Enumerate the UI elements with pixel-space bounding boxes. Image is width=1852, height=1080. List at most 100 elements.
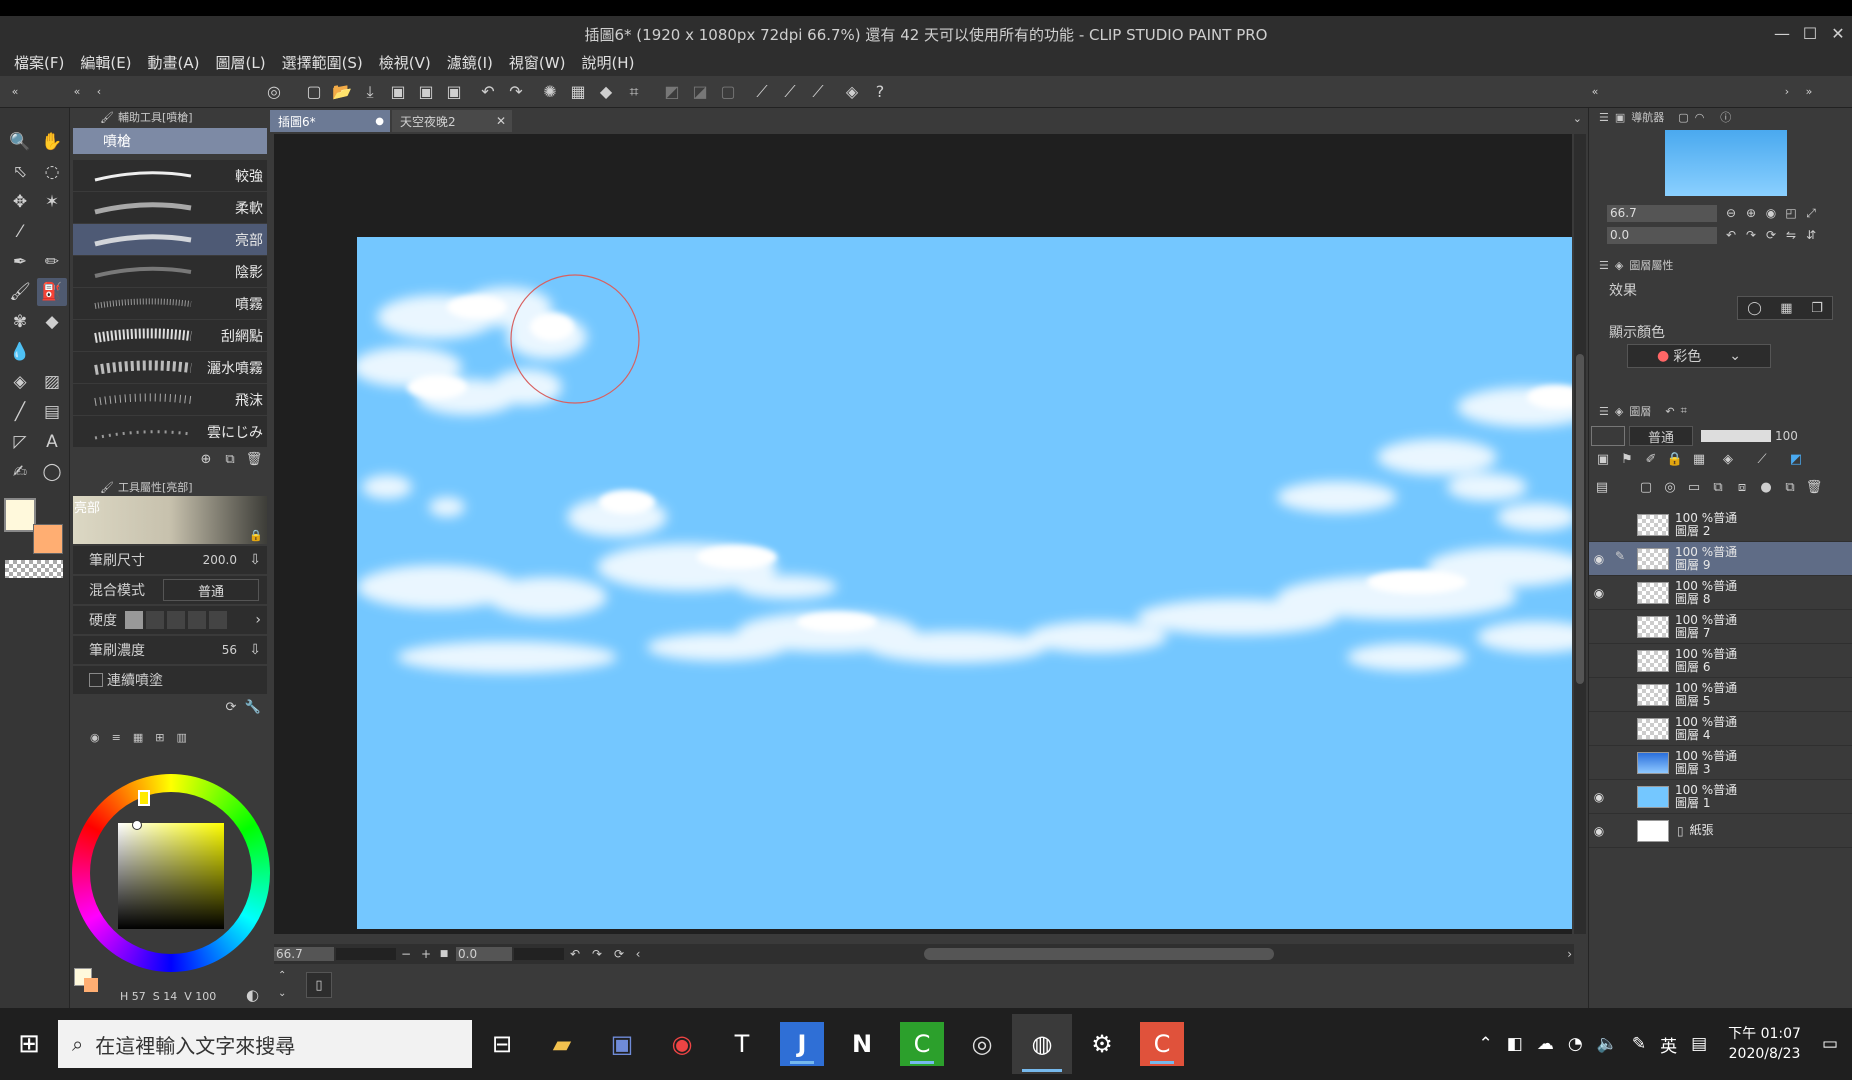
settings-gear-icon[interactable]: ⚙ — [1072, 1014, 1132, 1074]
density-down-icon[interactable]: ⇩ — [249, 642, 261, 658]
tutorial-icon[interactable]: ◈ — [838, 78, 866, 106]
fit-icon[interactable]: ■ — [436, 949, 452, 959]
delete-subtool-icon[interactable]: 🗑 — [242, 452, 266, 467]
nav-expand-icon[interactable]: ⤢ — [1801, 206, 1821, 221]
nav-zoom-out-icon[interactable]: ⊖ — [1721, 206, 1741, 220]
chevron-right-icon[interactable]: › — [1776, 78, 1798, 106]
eyedropper-icon[interactable]: ⁄ — [5, 218, 35, 246]
continuous-spray-checkbox[interactable] — [89, 673, 103, 687]
brush-density-value[interactable]: 56 — [222, 643, 237, 657]
layer-row[interactable]: 100 %普通 圖層 5 — [1589, 678, 1852, 712]
hue-handle[interactable] — [138, 790, 150, 806]
tab-illust6[interactable]: 插圖6* ● — [270, 110, 390, 132]
layer-opacity-slider[interactable] — [1701, 430, 1771, 442]
layer-color-icon[interactable]: ❐ — [1811, 301, 1823, 316]
correct-line-icon[interactable]: ✍ — [5, 458, 35, 486]
text-icon[interactable]: A — [37, 428, 67, 456]
clip-orange-icon[interactable]: C — [1140, 1022, 1184, 1066]
new-raster-layer-icon[interactable]: ▢ — [1637, 480, 1655, 495]
blend-icon[interactable]: 💧 — [5, 338, 35, 366]
layer-row[interactable]: 100 %普通 圖層 6 — [1589, 644, 1852, 678]
typora-icon[interactable]: T — [712, 1014, 772, 1074]
operation-icon[interactable]: ⬁ — [5, 158, 35, 186]
search-layer-icon[interactable]: ◠ — [1695, 111, 1705, 124]
menu-filter[interactable]: 濾鏡(I) — [439, 50, 501, 76]
layer-row[interactable]: 100 %普通 圖層 3 — [1589, 746, 1852, 780]
edit-target-icon[interactable] — [1609, 651, 1631, 671]
menu-window[interactable]: 視窗(W) — [501, 50, 574, 76]
brush-water-spray[interactable]: 灑水噴霧 — [73, 352, 267, 384]
mini-bg-swatch[interactable] — [84, 978, 98, 992]
nav-fit-icon[interactable]: ◉ — [1761, 206, 1781, 220]
expand-down-icon[interactable]: ⌄ — [278, 988, 286, 999]
grid-snap-icon[interactable]: ⟋ — [804, 78, 832, 106]
nav-rotate-left-icon[interactable]: ↶ — [1721, 228, 1741, 242]
edit-target-icon[interactable]: ✎ — [1609, 549, 1631, 569]
brush-scratch-tone[interactable]: 刮網點 — [73, 320, 267, 352]
tab-menu-icon[interactable]: ⌄ — [1573, 112, 1582, 125]
layer-opacity-value[interactable]: 100 — [1775, 429, 1798, 443]
brush-strong[interactable]: 較強 — [73, 160, 267, 192]
eraser-icon[interactable]: ◆ — [37, 308, 67, 336]
lasso-select-icon[interactable]: ◌ — [37, 158, 67, 186]
lock-layer-icon[interactable]: 🔒 — [1665, 452, 1685, 467]
brush-cloud-blur[interactable]: 雲にじみ — [73, 416, 267, 448]
menu-edit[interactable]: 編輯(E) — [72, 50, 139, 76]
paper-layer-row[interactable]: ◉ ▯ 紙張 — [1589, 814, 1852, 848]
panel-menu-icon[interactable]: ☰ — [1599, 259, 1609, 272]
layer-panel-toggle-icon[interactable]: ▤ — [1593, 480, 1611, 495]
subtool-group-tab[interactable]: 噴槍 — [73, 128, 267, 154]
nav-rotate-right-icon[interactable]: ↷ — [1741, 228, 1761, 242]
selection-border-icon[interactable]: ▢ — [714, 78, 742, 106]
brush-size-down-icon[interactable]: ⇩ — [249, 552, 261, 568]
layer-row[interactable]: 100 %普通 圖層 4 — [1589, 712, 1852, 746]
menu-file[interactable]: 檔案(F) — [6, 50, 72, 76]
hand-icon[interactable]: ✋ — [37, 128, 67, 156]
chevron-left-icon[interactable]: ‹ — [88, 78, 110, 106]
history-icon[interactable]: ↶ — [1665, 405, 1674, 418]
auto-action-icon[interactable]: ⌗ — [1681, 404, 1687, 418]
background-color-swatch[interactable] — [33, 524, 63, 554]
lock-icon[interactable]: 🔒 — [249, 529, 263, 542]
reset-icon[interactable]: ⟳ — [220, 700, 242, 715]
pencil-icon[interactable]: ✏ — [37, 248, 67, 276]
file-explorer-icon[interactable]: ▰ — [532, 1014, 592, 1074]
save-app-icon[interactable]: ▣ — [592, 1014, 652, 1074]
rotation-field[interactable]: 0.0 — [456, 947, 512, 961]
collapse-icon[interactable]: « — [66, 78, 88, 106]
panel-menu-icon[interactable]: ☰ — [1599, 405, 1609, 418]
navigator-zoom-field[interactable]: 66.7 — [1607, 204, 1717, 222]
color-slider-tab-icon[interactable]: ≡ — [112, 731, 121, 744]
layer-row[interactable]: ◉ 100 %普通 圖層 1 — [1589, 780, 1852, 814]
zoom-field[interactable]: 66.7 — [274, 947, 334, 961]
decoration-icon[interactable]: ✾ — [5, 308, 35, 336]
edit-target-icon[interactable] — [1609, 515, 1631, 535]
menu-selection[interactable]: 選擇範圍(S) — [274, 50, 371, 76]
nav-fullscreen-icon[interactable]: ◰ — [1781, 206, 1801, 220]
transform-icon[interactable]: ⌗ — [620, 78, 648, 106]
magic-wand-icon[interactable]: ✶ — [37, 188, 67, 216]
volume-icon[interactable]: 🔈 — [1597, 1034, 1618, 1054]
settings-wrench-icon[interactable]: 🔧 — [242, 700, 264, 715]
color-mode-icon[interactable]: ◐ — [246, 986, 259, 1004]
visibility-eye-icon[interactable]: ◉ — [1589, 824, 1609, 838]
menu-animation[interactable]: 動畫(A) — [140, 50, 208, 76]
gradient-icon[interactable]: ▨ — [37, 368, 67, 396]
fill-icon[interactable]: ◆ — [592, 78, 620, 106]
collapse-left-icon[interactable]: « — [4, 78, 26, 106]
menu-help[interactable]: 說明(H) — [573, 50, 642, 76]
transfer-layer-icon[interactable]: ⧉ — [1709, 480, 1727, 495]
clip-studio-launcher-icon[interactable]: ◎ — [952, 1014, 1012, 1074]
saturation-value-square[interactable] — [118, 823, 224, 929]
notion-icon[interactable]: N — [832, 1014, 892, 1074]
nav-zoom-in-icon[interactable]: ⊕ — [1741, 206, 1761, 220]
clip-lower-icon[interactable]: ▣ — [1593, 452, 1613, 467]
edit-target-icon[interactable] — [1609, 753, 1631, 773]
blend-mode-select[interactable]: 普通 — [163, 579, 259, 601]
rotate-left-icon[interactable]: ↶ — [564, 947, 586, 961]
new-folder-icon[interactable]: ▭ — [1685, 480, 1703, 495]
layer-color-toggle-icon[interactable]: ◩ — [1781, 452, 1811, 467]
expand-up-icon[interactable]: ⌃ — [278, 970, 286, 981]
reset-rotation-icon[interactable]: ⟳ — [608, 947, 630, 961]
reference-layer-icon[interactable]: ⚑ — [1617, 452, 1637, 467]
